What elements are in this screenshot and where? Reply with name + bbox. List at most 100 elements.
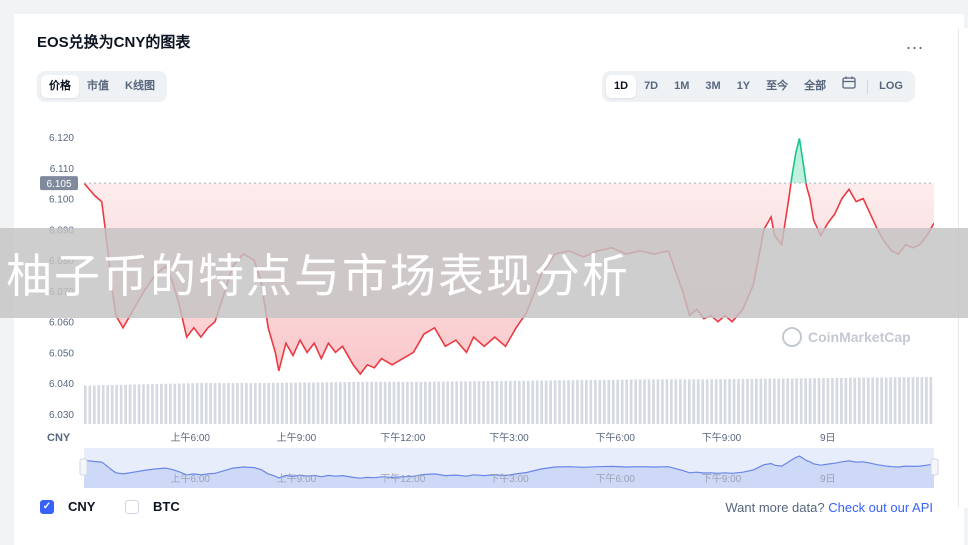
volume-bar xyxy=(495,381,499,424)
volume-bar xyxy=(768,378,772,424)
volume-bar xyxy=(898,377,901,424)
volume-bar xyxy=(670,379,673,424)
x-tick-label: 下午12:00 xyxy=(380,431,425,444)
volume-bar xyxy=(303,382,306,424)
volume-bar xyxy=(110,384,114,424)
x-tick-label: 下午3:00 xyxy=(489,431,529,444)
volume-bar xyxy=(916,377,919,424)
volume-bar xyxy=(424,381,427,424)
volume-bar xyxy=(97,385,101,424)
volume-bar xyxy=(925,376,928,424)
volume-bar xyxy=(911,377,915,424)
volume-bar xyxy=(312,382,315,424)
y-tick-label: 6.120 xyxy=(49,133,74,144)
cmc-logo-icon xyxy=(782,327,802,347)
volume-bar xyxy=(432,381,436,424)
currency-cny[interactable]: ✓ CNY xyxy=(40,499,95,514)
volume-bar xyxy=(746,378,749,424)
volume-bar xyxy=(88,385,92,424)
volume-bar xyxy=(710,379,713,424)
volume-bar xyxy=(889,377,892,424)
volume-bar xyxy=(509,380,512,424)
volume-bar xyxy=(204,383,208,424)
volume-bar xyxy=(862,377,866,424)
volume-bar xyxy=(464,381,467,424)
volume-bar xyxy=(486,381,490,424)
navigator-tick-label: 上午9:00 xyxy=(277,472,317,485)
volume-bar xyxy=(781,378,785,424)
volume-bar xyxy=(365,381,369,424)
volume-bar xyxy=(907,377,910,424)
volume-bar xyxy=(343,382,347,424)
volume-bar xyxy=(719,379,722,424)
volume-bar xyxy=(124,384,127,424)
volume-bar xyxy=(549,380,552,424)
volume-bar xyxy=(84,385,87,424)
volume-bar xyxy=(504,380,508,424)
volume-bar xyxy=(298,382,302,424)
volume-bar xyxy=(665,379,669,424)
volume-bar xyxy=(835,377,839,424)
volume-bar xyxy=(245,383,248,424)
reference-price-label: 6.105 xyxy=(46,179,71,190)
volume-bar xyxy=(195,383,199,424)
y-tick-label: 6.040 xyxy=(49,379,74,390)
y-tick-label: 6.060 xyxy=(49,318,74,329)
volume-bar xyxy=(652,379,655,424)
volume-bar xyxy=(544,380,548,424)
cny-label: CNY xyxy=(68,499,96,514)
volume-bar xyxy=(893,377,897,424)
volume-bar xyxy=(817,378,821,424)
volume-bar xyxy=(517,380,521,424)
volume-bar xyxy=(307,382,311,424)
volume-bar xyxy=(871,377,875,424)
volume-bar xyxy=(160,383,163,424)
volume-bar xyxy=(218,383,221,424)
volume-bar xyxy=(562,380,566,424)
volume-bar xyxy=(356,381,360,424)
volume-bar xyxy=(410,381,414,424)
volume-bar xyxy=(370,381,373,424)
btc-checkbox[interactable] xyxy=(125,499,139,514)
watermark-text: CoinMarketCap xyxy=(808,329,911,345)
volume-bar xyxy=(482,381,485,424)
volume-bar xyxy=(200,383,203,424)
volume-bar xyxy=(401,381,405,424)
x-tick-label: 上午6:00 xyxy=(171,431,211,444)
volume-bar xyxy=(772,378,776,424)
volume-bar xyxy=(133,384,136,424)
volume-bar xyxy=(428,381,432,424)
banner-text: 柚子币的特点与市场表现分析 xyxy=(6,249,630,303)
volume-bar xyxy=(209,383,212,424)
volume-bar xyxy=(119,384,123,424)
currency-btc[interactable]: BTC xyxy=(125,499,180,514)
cny-checkbox[interactable]: ✓ xyxy=(40,499,54,514)
navigator-tick-label: 下午3:00 xyxy=(489,472,529,485)
volume-bar xyxy=(741,378,745,424)
volume-bar xyxy=(240,383,244,424)
volume-bar xyxy=(607,379,611,424)
volume-bar xyxy=(585,380,588,424)
volume-bar xyxy=(714,379,718,424)
volume-bar xyxy=(567,380,570,424)
volume-bar xyxy=(629,379,633,424)
volume-bar xyxy=(701,379,705,424)
volume-bar xyxy=(231,383,235,424)
volume-bar xyxy=(728,379,731,424)
volume-bar xyxy=(804,378,807,424)
volume-bar xyxy=(826,378,830,424)
volume-bar xyxy=(101,385,105,424)
volume-bar xyxy=(325,382,329,424)
volume-bar xyxy=(437,381,441,424)
x-tick-label: 下午9:00 xyxy=(702,431,742,444)
volume-bar xyxy=(186,383,190,424)
volume-bar xyxy=(849,377,852,424)
volume-bar xyxy=(696,379,700,424)
volume-bar xyxy=(647,379,651,424)
volume-bar xyxy=(361,381,365,424)
volume-bar xyxy=(643,379,646,424)
volume-bar xyxy=(513,380,517,424)
volume-bar xyxy=(558,380,561,424)
api-link[interactable]: Check out our API xyxy=(828,500,933,515)
volume-bar xyxy=(294,382,297,424)
